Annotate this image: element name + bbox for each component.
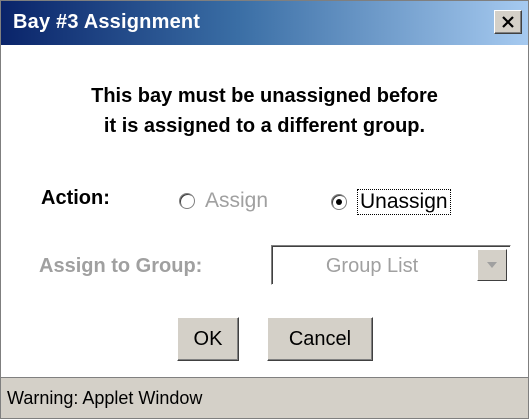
status-warning-text: Warning: Applet Window xyxy=(7,388,203,408)
group-select[interactable]: Group List xyxy=(271,245,511,285)
action-label: Action: xyxy=(41,187,110,209)
radio-checked-icon xyxy=(331,194,347,210)
group-select-arrow-button[interactable] xyxy=(477,249,507,281)
cancel-button[interactable]: Cancel xyxy=(267,317,373,361)
unassign-radio-label: Unassign xyxy=(357,189,451,215)
ok-button[interactable]: OK xyxy=(177,317,239,361)
chevron-down-icon xyxy=(487,262,497,268)
close-button[interactable] xyxy=(494,10,522,34)
dialog-window: Bay #3 Assignment This bay must be unass… xyxy=(0,0,529,419)
unassign-radio[interactable]: Unassign xyxy=(331,189,451,215)
window-title: Bay #3 Assignment xyxy=(13,11,201,33)
assign-to-group-label: Assign to Group: xyxy=(39,255,203,277)
radio-unchecked-icon xyxy=(179,193,195,209)
message-line-2: it is assigned to a different group. xyxy=(103,115,426,137)
title-bar[interactable]: Bay #3 Assignment xyxy=(1,1,528,45)
group-select-value: Group List xyxy=(325,255,419,277)
assign-radio-label: Assign xyxy=(205,189,269,212)
close-icon xyxy=(502,16,514,28)
status-bar: Warning: Applet Window xyxy=(1,377,528,418)
message-line-1: This bay must be unassigned before xyxy=(91,85,438,107)
assign-radio[interactable]: Assign xyxy=(179,189,268,213)
